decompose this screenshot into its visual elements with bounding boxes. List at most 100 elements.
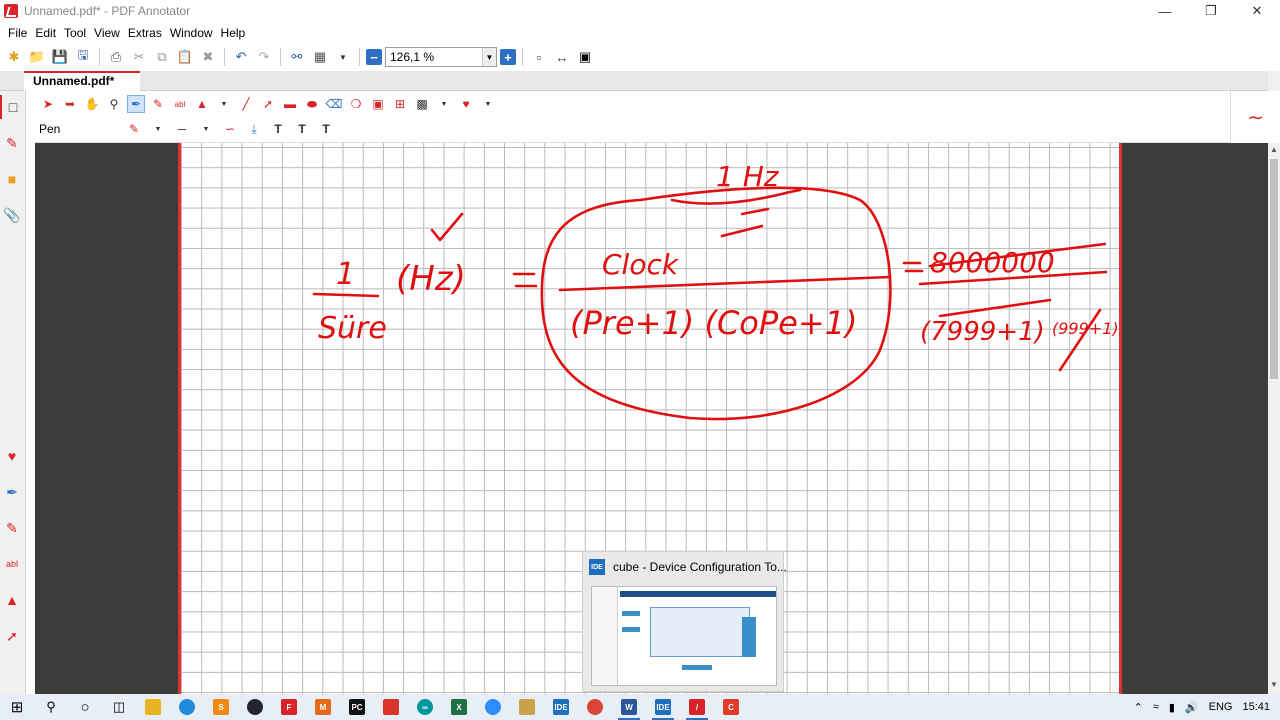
fit-width-icon[interactable]: ↔ (552, 47, 572, 67)
select-arrow-icon[interactable]: ➤ (39, 95, 57, 113)
text-box-icon[interactable]: abl (0, 552, 24, 576)
dropdown-icon[interactable]: ▼ (435, 95, 453, 113)
clock-time[interactable]: 15:41 (1242, 701, 1270, 713)
insert-image-icon[interactable]: ▩ (413, 95, 431, 113)
favorite-heart-icon[interactable]: ♥ (0, 444, 24, 468)
line-width-icon[interactable]: ─ (173, 120, 191, 138)
zoom-magnifier-icon[interactable]: ⚲ (105, 95, 123, 113)
app-yellow-icon[interactable] (510, 694, 544, 720)
delete-icon[interactable]: ✖ (198, 47, 218, 67)
camera-icon[interactable]: ▣ (369, 95, 387, 113)
taskbar-window-preview[interactable]: IDE cube - Device Configuration To... (582, 551, 787, 692)
paste-icon[interactable]: 📋 (175, 47, 195, 67)
text-middle-icon[interactable]: T (293, 120, 311, 138)
highlighter-icon[interactable]: ✎ (0, 516, 24, 540)
save-as-icon[interactable]: 🖫 (73, 47, 93, 67)
menu-file[interactable]: File (4, 26, 31, 40)
pdf-annotator-icon[interactable]: / (680, 694, 714, 720)
markers-icon[interactable]: ✎ (0, 131, 24, 155)
chrome-icon[interactable] (578, 694, 612, 720)
menu-tool[interactable]: Tool (60, 26, 90, 40)
zoom-out-button[interactable]: − (366, 49, 382, 65)
ellipse-icon[interactable]: ⬬ (303, 95, 321, 113)
select-area-icon[interactable]: ➥ (61, 95, 79, 113)
zoom-in-button[interactable]: + (500, 49, 516, 65)
dropdown-icon[interactable]: ▼ (197, 120, 215, 138)
copy-icon[interactable]: ⧉ (152, 47, 172, 67)
text-top-icon[interactable]: T (269, 120, 287, 138)
edge-icon[interactable] (170, 694, 204, 720)
menu-help[interactable]: Help (217, 26, 250, 40)
save-icon[interactable]: 💾 (50, 47, 70, 67)
wifi-icon[interactable]: ≈ (1153, 701, 1159, 713)
find-binoculars-icon[interactable]: ⚯ (287, 47, 307, 67)
scroll-up-icon[interactable]: ▲ (1268, 145, 1280, 157)
arrow-tool-icon[interactable]: ➚ (0, 624, 24, 648)
matlab-icon[interactable]: M (306, 694, 340, 720)
highlighter-icon[interactable]: ✎ (149, 95, 167, 113)
snap-icon[interactable]: ⤓ (245, 120, 263, 138)
dropdown-icon[interactable]: ▼ (215, 95, 233, 113)
app-red2-icon[interactable]: C (714, 694, 748, 720)
close-button[interactable]: ✕ (1234, 0, 1280, 22)
word-icon[interactable]: W (612, 694, 646, 720)
scroll-down-icon[interactable]: ▼ (1268, 680, 1280, 692)
tab-unnamed-pdf[interactable]: Unnamed.pdf* (24, 71, 140, 91)
smooth-curve-icon[interactable]: ∽ (221, 120, 239, 138)
stamp-icon[interactable]: ▲ (193, 95, 211, 113)
pen-icon[interactable]: ✒ (127, 95, 145, 113)
windows-start-icon[interactable]: ⊞ (0, 694, 34, 720)
search-icon[interactable]: ⚲ (34, 694, 68, 720)
menu-edit[interactable]: Edit (31, 26, 60, 40)
page-layout-icon[interactable]: ▦ (310, 47, 330, 67)
pycharm-icon[interactable]: PC (340, 694, 374, 720)
attachment-icon[interactable]: 📎 (0, 203, 24, 227)
app-circle-icon[interactable] (238, 694, 272, 720)
arduino-icon[interactable]: ∞ (408, 694, 442, 720)
menu-extras[interactable]: Extras (124, 26, 166, 40)
fit-page-icon[interactable]: ▫ (529, 47, 549, 67)
new-document-icon[interactable]: ✱ (4, 47, 24, 67)
redo-icon[interactable]: ↷ (254, 47, 274, 67)
dropdown-icon[interactable]: ▼ (149, 120, 167, 138)
favorites-heart-icon[interactable]: ♥ (457, 95, 475, 113)
open-folder-icon[interactable]: 📁 (27, 47, 47, 67)
restore-button[interactable]: ❐ (1188, 0, 1234, 22)
layout-dropdown-icon[interactable]: ▼ (333, 47, 353, 67)
fullscreen-icon[interactable]: ▣ (575, 47, 595, 67)
current-pen-preview-icon[interactable]: ∼ (1230, 91, 1280, 143)
chevron-up-icon[interactable]: ⌃ (1134, 701, 1143, 714)
arrow-icon[interactable]: ➚ (259, 95, 277, 113)
lasso-icon[interactable]: ❍ (347, 95, 365, 113)
menu-window[interactable]: Window (166, 26, 217, 40)
foxit-icon[interactable]: F (272, 694, 306, 720)
crop-icon[interactable]: ⊞ (391, 95, 409, 113)
task-view-icon[interactable]: ◫ (102, 694, 136, 720)
scrollbar-thumb[interactable] (1270, 159, 1278, 379)
stamp-icon[interactable]: ▲ (0, 588, 24, 612)
notes-icon[interactable]: ■ (0, 167, 24, 191)
text-bottom-icon[interactable]: T (317, 120, 335, 138)
menu-view[interactable]: View (90, 26, 124, 40)
sublime-icon[interactable]: S (204, 694, 238, 720)
stm32cube-ide-active-icon[interactable]: IDE (646, 694, 680, 720)
zoom-select[interactable]: 126,1 % ▼ (385, 47, 497, 67)
minimize-button[interactable]: — (1142, 0, 1188, 22)
pages-icon[interactable]: □ (0, 95, 24, 119)
cut-icon[interactable]: ✂ (129, 47, 149, 67)
excel-icon[interactable]: X (442, 694, 476, 720)
language-indicator[interactable]: ENG (1209, 701, 1233, 713)
rectangle-icon[interactable]: ▬ (281, 95, 299, 113)
dropdown-icon[interactable]: ▼ (479, 95, 497, 113)
eraser-icon[interactable]: ⌫ (325, 95, 343, 113)
undo-icon[interactable]: ↶ (231, 47, 251, 67)
zoom-icon[interactable] (476, 694, 510, 720)
pen-color-icon[interactable]: ✎ (125, 120, 143, 138)
print-icon[interactable]: ⎙ (106, 47, 126, 67)
chevron-down-icon[interactable]: ▼ (482, 48, 496, 66)
hand-icon[interactable]: ✋ (83, 95, 101, 113)
app-red-icon[interactable] (374, 694, 408, 720)
vertical-scrollbar[interactable]: ▲ ▼ (1268, 143, 1280, 694)
stm32cube-ide-icon[interactable]: IDE (544, 694, 578, 720)
pen-tool-icon[interactable]: ✒ (0, 480, 24, 504)
